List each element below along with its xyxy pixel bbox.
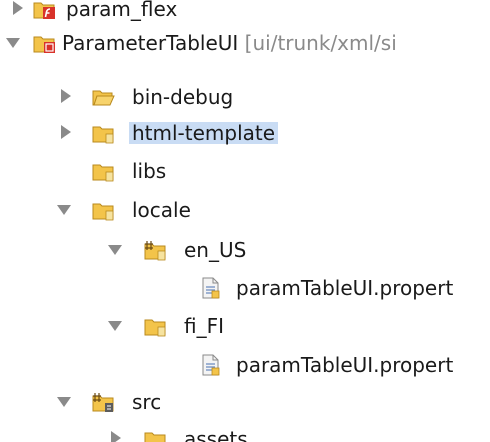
folder-icon <box>144 432 166 442</box>
tree-item-label: html-template <box>129 122 279 144</box>
chevron-down-icon <box>108 245 122 255</box>
tree-item-label: en_US <box>184 238 247 262</box>
tree-item-label: paramTableUI.propert <box>236 276 454 300</box>
open-folder-icon <box>92 90 115 106</box>
tree-item-locale[interactable]: locale <box>0 193 490 227</box>
tree-item-label: bin-debug <box>132 85 234 109</box>
expand-toggle[interactable] <box>58 88 74 104</box>
tree-item-label: param_flex <box>66 0 178 21</box>
tree-item-label: assets <box>184 427 248 442</box>
folder-icon <box>144 319 166 337</box>
tree-item-bin-debug[interactable]: bin-debug <box>0 80 490 114</box>
tree-item-fi-fi[interactable]: fi_FI <box>0 309 490 343</box>
package-folder-icon <box>144 241 166 261</box>
expand-toggle[interactable] <box>108 241 124 257</box>
expand-toggle[interactable] <box>57 201 73 217</box>
project-folder-icon <box>33 36 55 53</box>
chevron-right-icon <box>13 1 23 15</box>
folder-icon <box>92 164 114 182</box>
tree-item-label: fi_FI <box>184 314 224 338</box>
expand-toggle[interactable] <box>58 124 74 140</box>
tree-item-parametertableui[interactable]: ParameterTableUI [ui/trunk/xml/si <box>0 26 490 60</box>
tree-item-label: locale <box>132 198 191 222</box>
tree-item-label: ParameterTableUI [ui/trunk/xml/si <box>62 31 397 55</box>
tree-item-label: src <box>132 390 162 414</box>
chevron-down-icon <box>108 321 122 331</box>
chevron-right-icon <box>61 89 71 103</box>
expand-toggle[interactable] <box>108 317 124 333</box>
properties-file-icon <box>202 277 220 299</box>
tree-item-en-us[interactable]: en_US <box>0 233 490 267</box>
tree-item-libs[interactable]: libs <box>0 154 490 188</box>
folder-icon <box>92 203 114 221</box>
tree-item-label: paramTableUI.propert <box>236 353 454 377</box>
expand-toggle[interactable] <box>6 34 22 50</box>
expand-toggle[interactable] <box>108 430 124 442</box>
tree-item-assets[interactable]: assets <box>0 422 490 442</box>
tree-item-src[interactable]: src <box>0 385 490 419</box>
flex-project-icon <box>33 2 55 19</box>
tree-item-properties-file[interactable]: paramTableUI.propert <box>0 348 490 382</box>
folder-icon <box>92 126 114 144</box>
tree-item-properties-file[interactable]: paramTableUI.propert <box>0 271 490 305</box>
chevron-down-icon <box>6 38 20 48</box>
project-explorer-tree: param_flex ParameterTableUI [ui/trunk/xm… <box>0 0 490 442</box>
tree-item-html-template[interactable]: html-template <box>0 116 490 150</box>
chevron-right-icon <box>61 125 71 139</box>
expand-toggle[interactable] <box>57 393 73 409</box>
tree-item-label: libs <box>132 159 167 183</box>
chevron-down-icon <box>57 205 71 215</box>
expand-toggle[interactable] <box>10 0 26 16</box>
chevron-right-icon <box>111 431 121 442</box>
chevron-down-icon <box>57 397 71 407</box>
tree-item-param-flex[interactable]: param_flex <box>0 0 490 26</box>
properties-file-icon <box>202 354 220 376</box>
repository-path: [ui/trunk/xml/si <box>244 31 397 55</box>
source-folder-icon <box>92 393 114 412</box>
